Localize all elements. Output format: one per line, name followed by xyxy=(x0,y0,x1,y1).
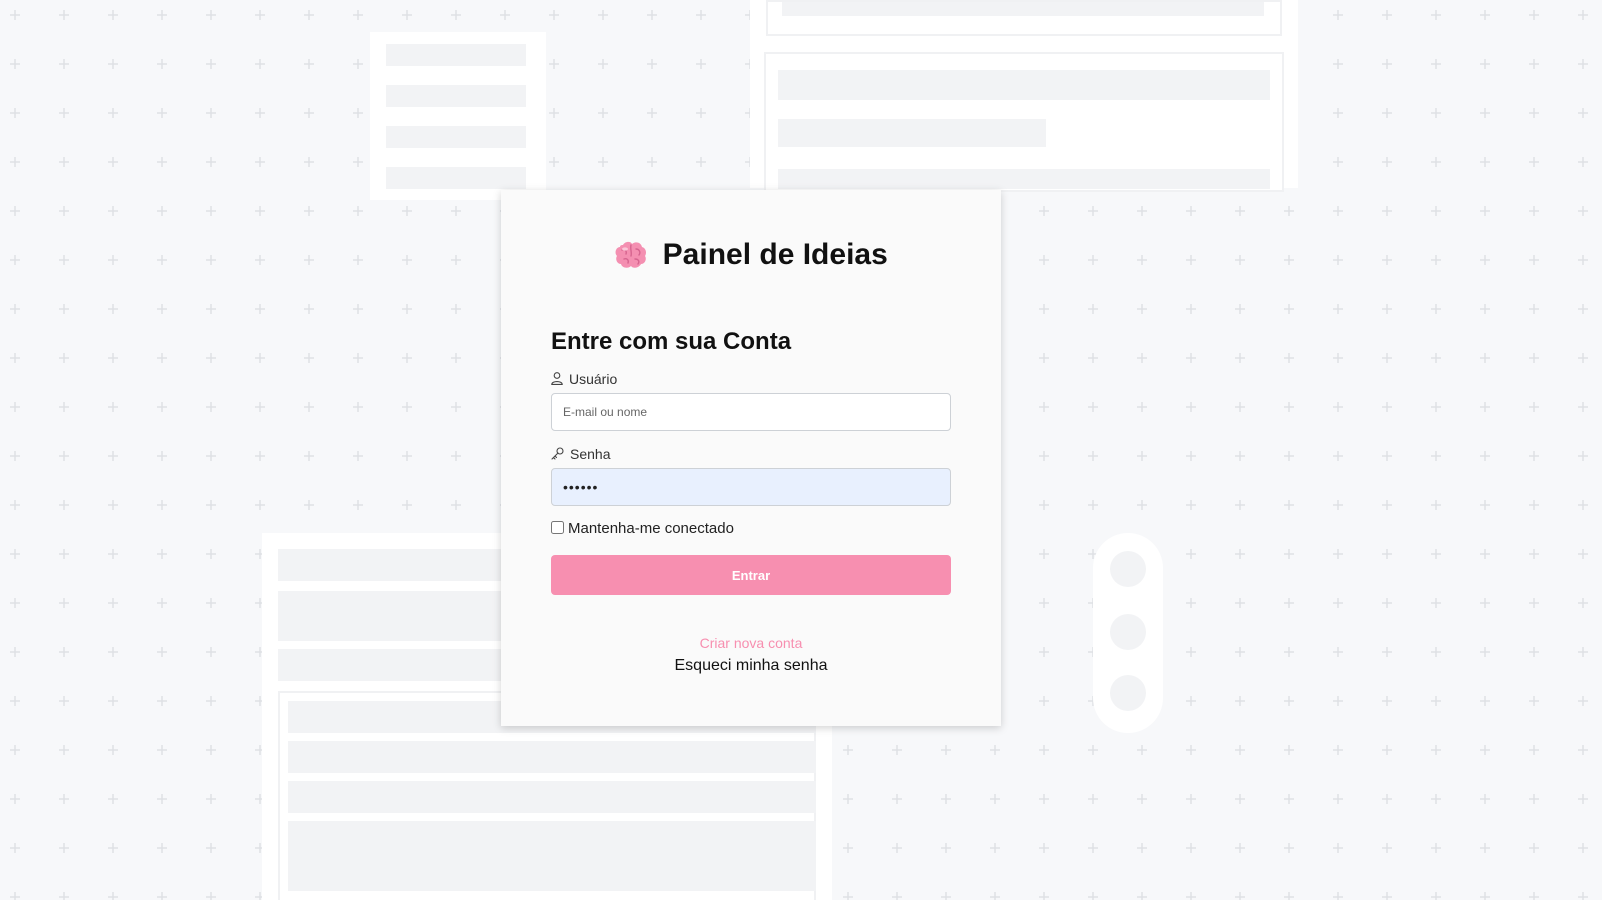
password-input[interactable] xyxy=(551,468,951,506)
key-icon xyxy=(551,447,564,460)
form-heading: Entre com sua Conta xyxy=(551,328,792,355)
password-label: Senha xyxy=(551,446,610,462)
remember-me[interactable]: Mantenha-me conectado xyxy=(551,520,734,537)
user-icon xyxy=(551,372,563,385)
ghost-content-panel xyxy=(750,0,1298,192)
brain-icon xyxy=(614,240,648,270)
login-card: Painel de Ideias Entre com sua Conta Usu… xyxy=(501,190,1001,726)
app-title: Painel de Ideias xyxy=(662,238,888,271)
username-input[interactable] xyxy=(551,393,951,431)
brand-header: Painel de Ideias xyxy=(501,238,1001,272)
ghost-dots-panel xyxy=(1093,533,1163,733)
create-account-link[interactable]: Criar nova conta xyxy=(551,635,951,651)
username-label: Usuário xyxy=(551,371,617,387)
password-label-text: Senha xyxy=(570,446,611,462)
remember-me-checkbox[interactable] xyxy=(551,521,564,534)
login-button[interactable]: Entrar xyxy=(551,555,951,595)
ghost-sidebar-panel xyxy=(370,32,546,200)
forgot-password-link[interactable]: Esqueci minha senha xyxy=(551,657,951,675)
username-label-text: Usuário xyxy=(569,371,618,387)
remember-me-label: Mantenha-me conectado xyxy=(568,520,734,537)
